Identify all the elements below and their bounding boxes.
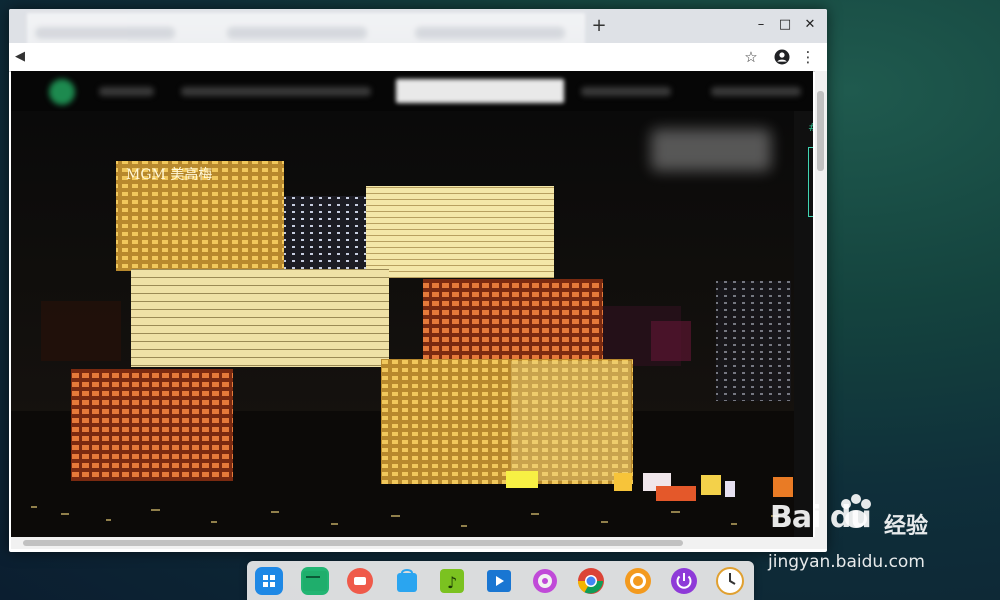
nav-blur-1[interactable] [99,87,154,96]
menu-icon[interactable]: ⋮ [797,46,819,68]
account-icon[interactable] [771,46,793,68]
web-page: MGM 美高梅 [11,71,813,549]
browser-window: + – □ ✕ ◀ ☆ ⋮ MGM 美高梅 [9,9,827,552]
horizontal-scroll-thumb[interactable] [23,540,683,546]
tab-2[interactable] [227,27,367,39]
vertical-scroll-thumb[interactable] [817,91,824,171]
tab-1[interactable] [35,27,175,39]
tab-3[interactable] [415,27,565,39]
site-header [11,71,813,111]
app-store-icon[interactable] [393,567,421,595]
nav-blur-2[interactable] [181,87,371,96]
music-icon[interactable]: ♪ [438,567,466,595]
svg-text:♪: ♪ [447,573,457,592]
browser-toolbar: ◀ ☆ ⋮ [9,43,827,72]
side-thumbnail[interactable] [808,147,813,217]
launcher-icon[interactable] [255,567,283,595]
search-input[interactable] [396,79,564,103]
close-button[interactable]: ✕ [798,14,822,36]
horizontal-scrollbar[interactable] [11,537,815,549]
watermark-brand: Bai du [770,500,872,535]
settings-icon[interactable] [531,567,559,595]
tab-strip: + – □ ✕ [9,9,827,67]
screen-recorder-icon[interactable] [346,567,374,595]
browser-icon[interactable] [624,567,652,595]
side-tag: # [808,121,813,134]
video-frame: MGM 美高梅 [11,111,794,549]
chrome-icon[interactable] [577,567,605,595]
taskbar-dock: ♪ [247,561,754,600]
watermark-url: jingyan.baidu.com [768,552,925,572]
baidu-watermark: Bai du 经验 jingyan.baidu.com [766,492,966,572]
terminal-icon[interactable] [301,567,329,595]
video-player-icon[interactable] [485,567,513,595]
back-arrow-icon[interactable]: ◀ [15,47,29,67]
site-logo[interactable] [49,79,75,105]
side-panel: # [794,111,813,549]
power-icon[interactable] [670,567,698,595]
nav-blur-4[interactable] [711,87,801,96]
nav-blur-3[interactable] [581,87,671,96]
minimize-button[interactable]: – [749,14,773,36]
video-player[interactable]: MGM 美高梅 [11,111,794,549]
clock-icon[interactable] [716,567,744,595]
vertical-scrollbar[interactable] [815,71,827,549]
maximize-button[interactable]: □ [773,14,797,36]
star-icon[interactable]: ☆ [740,46,762,68]
video-controls-blurred[interactable] [651,129,771,171]
watermark-cn: 经验 [884,514,929,539]
mgm-sign: MGM 美高梅 [126,166,212,183]
new-tab-button[interactable]: + [591,16,607,36]
